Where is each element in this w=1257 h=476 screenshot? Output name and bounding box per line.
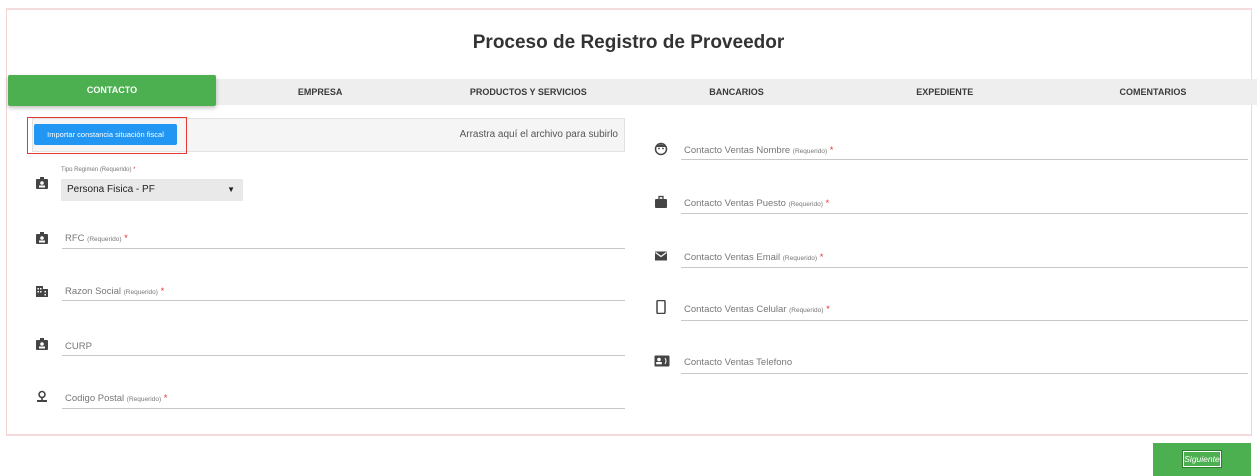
regimen-selected-value: Persona Fisica - PF <box>67 184 155 195</box>
tab-comentarios[interactable]: COMENTARIOS <box>1049 79 1257 105</box>
razon-social-underline <box>62 300 625 301</box>
siguiente-button[interactable]: Siguiente <box>1182 450 1222 468</box>
tab-contacto[interactable]: CONTACTO <box>8 75 216 106</box>
curp-underline <box>62 355 625 356</box>
razon-social-label: Razon Social (Requerido) * <box>65 286 165 297</box>
curp-label: CURP <box>65 341 92 352</box>
siguiente-button-container[interactable]: Siguiente <box>1153 443 1251 476</box>
ventas-puesto-label: Contacto Ventas Puesto (Requerido) * <box>684 198 830 209</box>
badge-icon <box>35 337 49 351</box>
briefcase-icon <box>654 195 668 209</box>
drop-hint-text: Arrastra aquí el archivo para subirlo <box>459 129 618 140</box>
rfc-underline <box>62 248 625 249</box>
codigo-postal-underline <box>62 408 625 409</box>
page-title: Proceso de Registro de Proveedor <box>472 32 785 53</box>
ventas-telefono-label: Contacto Ventas Telefono <box>684 357 793 368</box>
pin-icon <box>35 390 49 404</box>
ventas-celular-label: Contacto Ventas Celular (Requerido) * <box>684 304 830 315</box>
ventas-email-label: Contacto Ventas Email (Requerido) * <box>684 252 824 263</box>
ventas-nombre-label: Contacto Ventas Nombre (Requerido) * <box>684 145 834 156</box>
ventas-puesto-underline <box>681 213 1248 214</box>
badge-icon <box>35 231 49 245</box>
import-constancia-button[interactable]: Importar constancia situación fiscal <box>34 124 177 145</box>
phone-icon <box>654 299 668 315</box>
ventas-celular-underline <box>681 320 1248 321</box>
tab-bar: EMPRESA PRODUCTOS Y SERVICIOS BANCARIOS … <box>8 75 1257 106</box>
ventas-nombre-underline <box>681 159 1248 160</box>
regimen-select[interactable]: Persona Fisica - PF ▼ <box>61 179 243 201</box>
tab-productos-servicios[interactable]: PRODUCTOS Y SERVICIOS <box>424 79 632 105</box>
ventas-email-underline <box>681 267 1248 268</box>
contact-phone-icon <box>654 354 670 368</box>
tab-bancarios[interactable]: BANCARIOS <box>632 79 840 105</box>
ventas-telefono-underline <box>681 373 1248 374</box>
tab-empresa[interactable]: EMPRESA <box>216 79 424 105</box>
caret-down-icon: ▼ <box>227 185 235 194</box>
form-container <box>6 8 1252 436</box>
regimen-label: Tipo Regimen (Requerido) * <box>61 167 136 173</box>
building-icon <box>35 284 49 298</box>
tab-expediente[interactable]: EXPEDIENTE <box>841 79 1049 105</box>
face-icon <box>654 142 668 156</box>
badge-icon <box>35 176 49 190</box>
mail-icon <box>654 249 668 263</box>
rfc-label: RFC (Requerido) * <box>65 233 128 244</box>
codigo-postal-label: Codigo Postal (Requerido) * <box>65 393 168 404</box>
